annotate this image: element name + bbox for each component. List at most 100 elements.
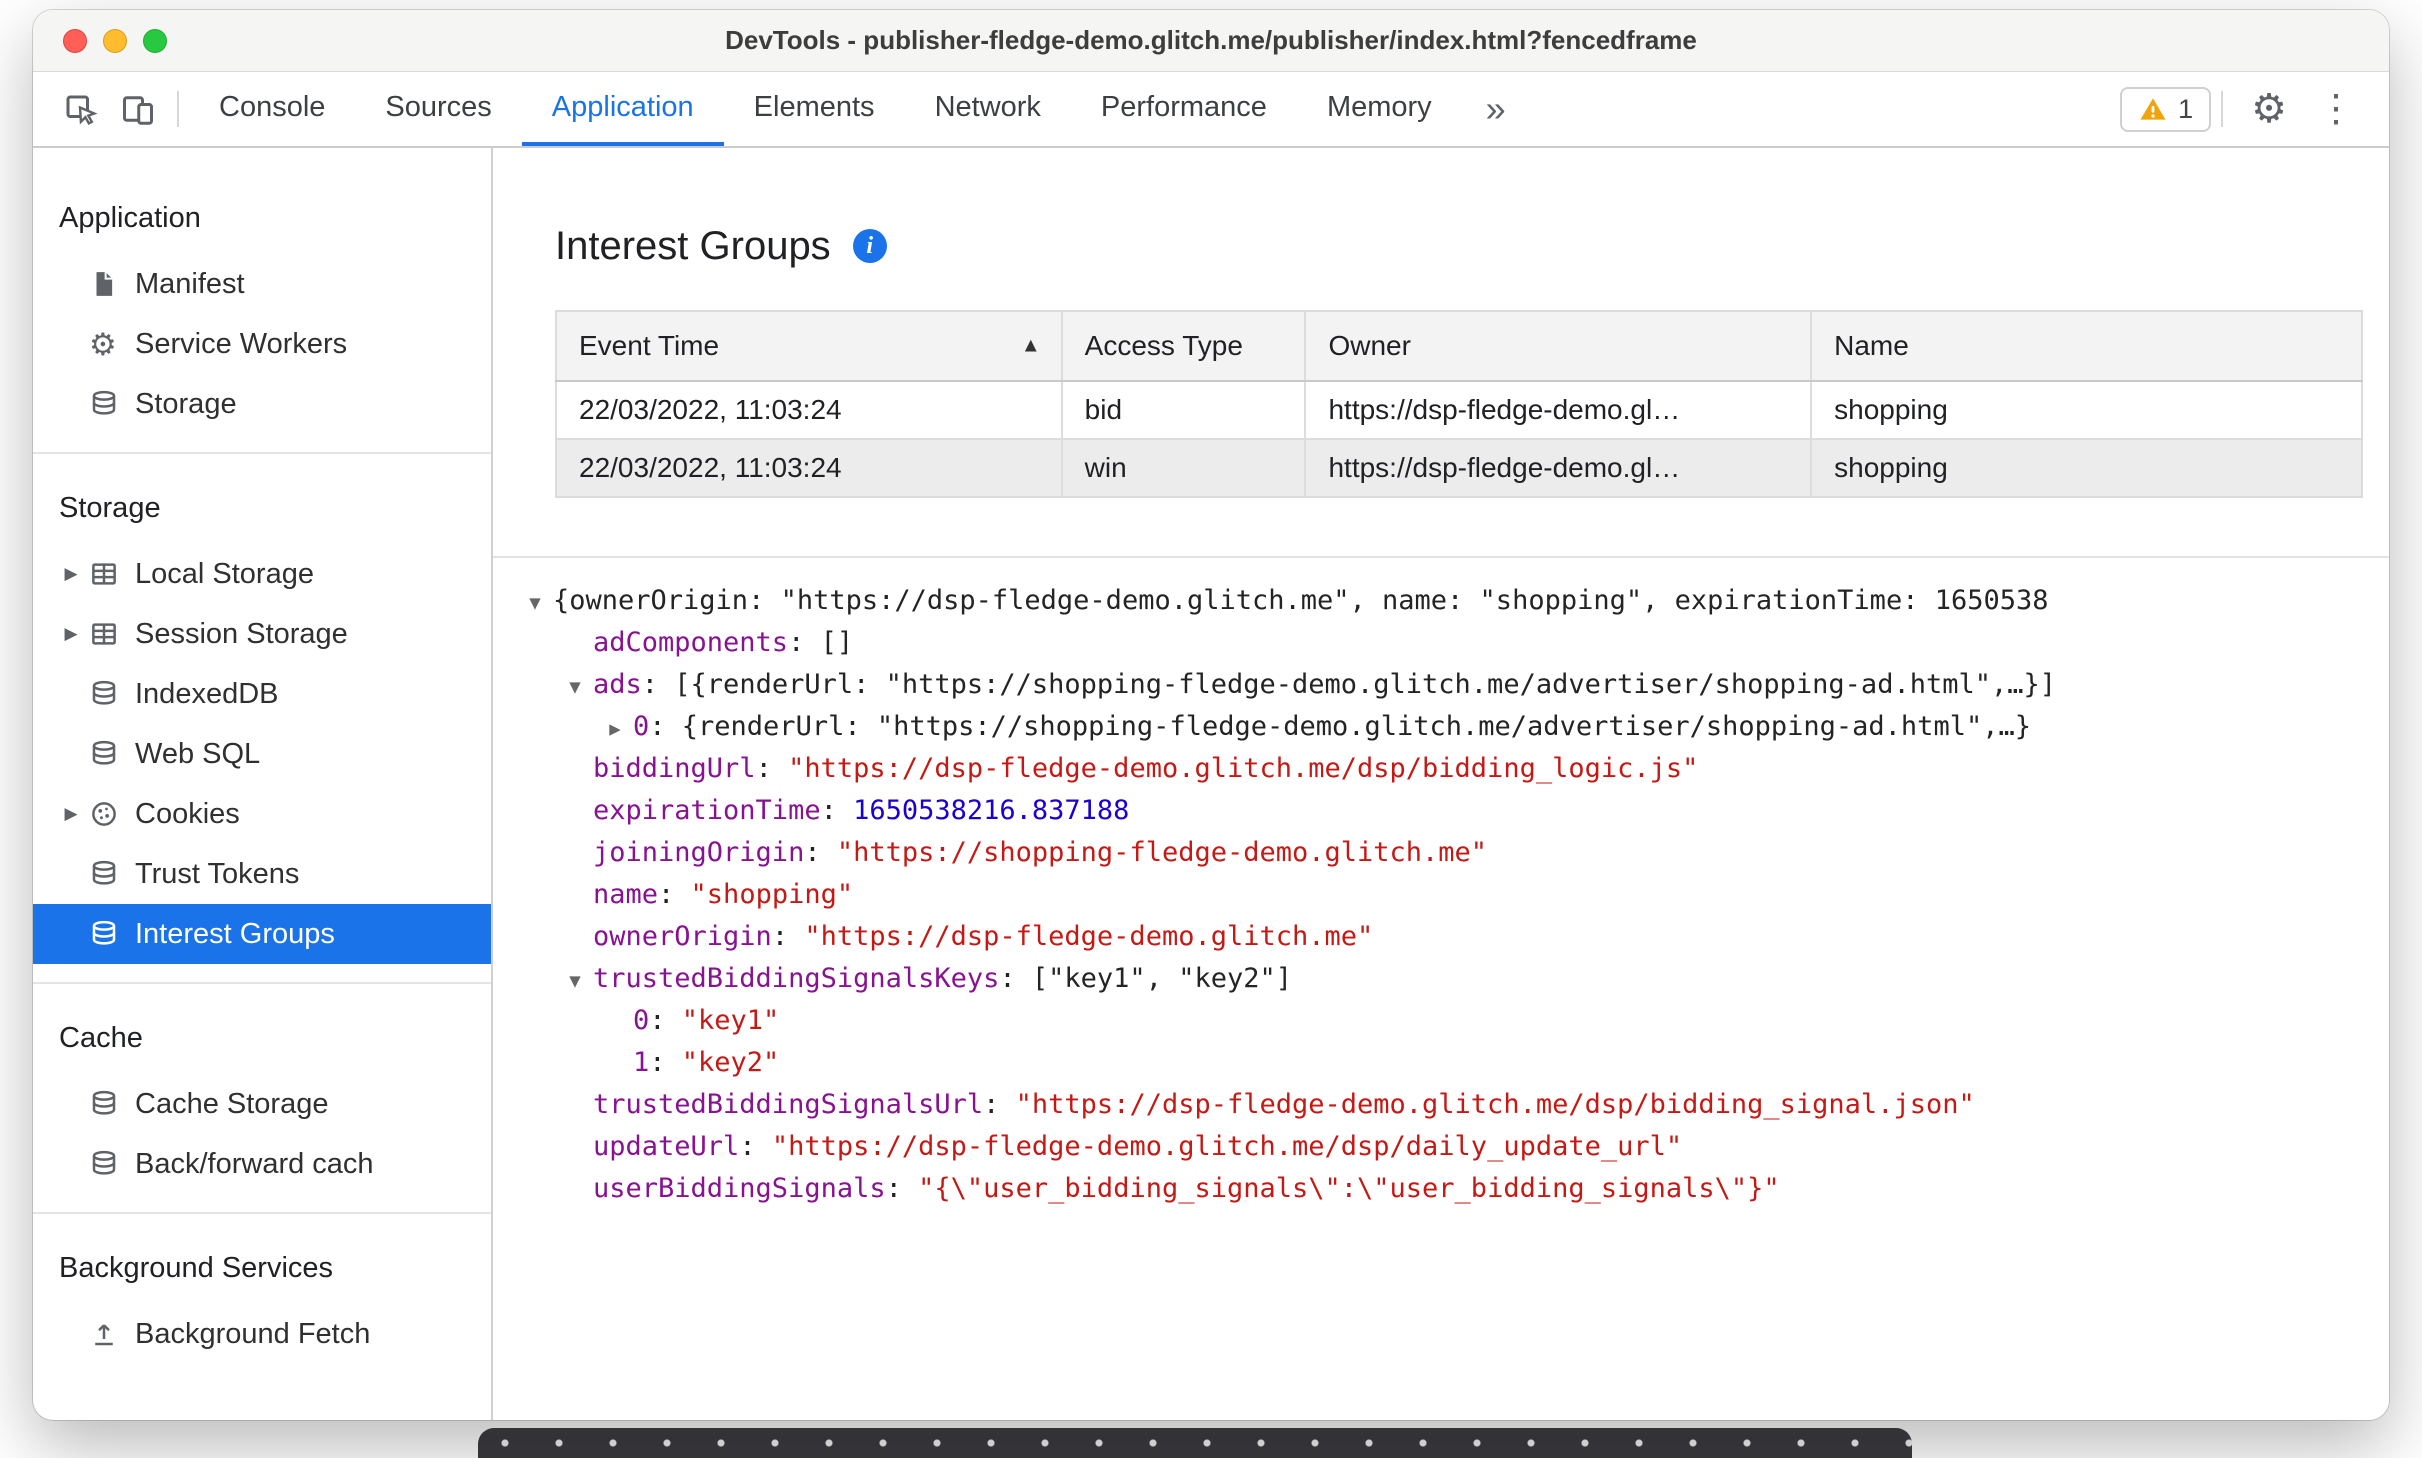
table-row[interactable]: 22/03/2022, 11:03:24 bid https://dsp-fledg…: [555, 380, 2363, 440]
sidebar-item-label: Service Workers: [135, 327, 348, 360]
sidebar-section-background-services: Background Services: [59, 1251, 334, 1284]
tree-line: trustedBiddingSignalsUrl: "https://dsp-f…: [517, 1084, 2389, 1126]
tab-memory[interactable]: Memory: [1297, 72, 1462, 146]
tab-elements[interactable]: Elements: [724, 72, 905, 146]
property-key: updateUrl: [593, 1131, 740, 1162]
property-key: ads: [593, 669, 642, 700]
kebab-menu-icon[interactable]: ⋮: [2305, 90, 2367, 128]
string-value: "{\"user_bidding_signals\":\"user_biddin…: [918, 1173, 1780, 1204]
number-value: 1650538216.837188: [853, 795, 1130, 826]
sidebar-item-label: Background Fetch: [135, 1317, 371, 1350]
column-header-owner[interactable]: Owner: [1304, 310, 1813, 382]
collapse-arrow-icon[interactable]: ▼: [517, 582, 553, 624]
tree-line: ownerOrigin: "https://dsp-fledge-demo.gl…: [517, 916, 2389, 958]
sidebar-item-back-forward-cach[interactable]: Back/forward cach: [33, 1134, 491, 1194]
tree-line[interactable]: ▼ {ownerOrigin: "https://dsp-fledge-demo.…: [517, 580, 2389, 622]
tab-network[interactable]: Network: [905, 72, 1071, 146]
panel-header: Interest Groups i: [493, 148, 2389, 280]
sidebar-item-trust-tokens[interactable]: Trust Tokens: [33, 844, 491, 904]
table-row[interactable]: 22/03/2022, 11:03:24 win https://dsp-fledg…: [555, 438, 2363, 498]
preview-text: :: [649, 1005, 682, 1036]
titlebar: DevTools - publisher-fledge-demo.glitch.…: [33, 10, 2389, 72]
sidebar-divider: [33, 1212, 491, 1214]
minimize-window-button[interactable]: [103, 28, 127, 53]
preview-text: :: [885, 1173, 919, 1204]
sidebar-item-interest-groups[interactable]: Interest Groups: [33, 904, 491, 964]
column-header-event-time[interactable]: Event Time ▲: [555, 310, 1063, 382]
more-tabs-button[interactable]: »: [1462, 72, 1530, 146]
string-value: "key1": [681, 1005, 780, 1036]
database-icon: [89, 739, 135, 769]
issues-badge[interactable]: 1: [2120, 86, 2212, 132]
table-icon: [89, 619, 135, 649]
database-icon: [89, 389, 135, 419]
macos-dock[interactable]: [478, 1428, 1912, 1458]
cookie-icon: [89, 799, 135, 829]
panel-tabs: Console Sources Application Elements Network…: [189, 72, 1462, 146]
page-title: Interest Groups: [555, 223, 831, 268]
preview-text: :: [755, 753, 789, 784]
preview-text: : ["key1", "key2"]: [999, 963, 1292, 994]
tab-sources[interactable]: Sources: [355, 72, 521, 146]
sidebar-item-label: Cache Storage: [135, 1087, 329, 1120]
tree-line[interactable]: ▶ 0: {renderUrl: "https://shopping-fledge…: [517, 706, 2389, 748]
sidebar-divider: [33, 982, 491, 984]
sidebar-item-cookies[interactable]: ▶ Cookies: [33, 784, 491, 844]
sidebar-item-storage[interactable]: Storage: [33, 374, 491, 434]
property-key: ownerOrigin: [593, 921, 772, 952]
tab-performance[interactable]: Performance: [1071, 72, 1297, 146]
application-sidebar: Application Manifest ⚙ Service Workers Stora…: [33, 148, 493, 1420]
string-value: "https://dsp-fledge-demo.glitch.me/dsp/b…: [788, 753, 1699, 784]
interest-groups-panel: Interest Groups i Event Time ▲ Access Type…: [493, 148, 2389, 1420]
table-cell: 22/03/2022, 11:03:24: [555, 380, 1063, 440]
expand-arrow-icon[interactable]: ▶: [597, 708, 633, 750]
column-header-access-type[interactable]: Access Type: [1060, 310, 1307, 382]
devtools-window: DevTools - publisher-fledge-demo.glitch.…: [33, 10, 2389, 1420]
preview-text: :: [804, 837, 837, 868]
sidebar-divider: [33, 452, 491, 454]
tree-line: 0: "key1": [517, 1000, 2389, 1042]
column-header-name[interactable]: Name: [1810, 310, 2363, 382]
device-toolbar-icon[interactable]: [109, 72, 167, 146]
sidebar-item-manifest[interactable]: Manifest: [33, 254, 491, 314]
preview-text: : []: [788, 627, 854, 658]
fullscreen-window-button[interactable]: [143, 28, 167, 53]
sidebar-item-label: Manifest: [135, 267, 245, 300]
sidebar-item-service-workers[interactable]: ⚙ Service Workers: [33, 314, 491, 374]
collapse-arrow-icon[interactable]: ▼: [557, 960, 593, 1002]
database-icon: [89, 1089, 135, 1119]
expand-arrow-icon[interactable]: ▶: [53, 804, 89, 824]
sidebar-item-indexeddb[interactable]: IndexedDB: [33, 664, 491, 724]
sidebar-item-label: IndexedDB: [135, 677, 279, 710]
preview-text: :: [771, 921, 805, 952]
tree-line: adComponents: []: [517, 622, 2389, 664]
inspect-icon[interactable]: [51, 72, 109, 146]
expand-arrow-icon[interactable]: ▶: [53, 624, 89, 644]
sidebar-item-background-fetch[interactable]: Background Fetch: [33, 1304, 491, 1364]
expand-arrow-icon[interactable]: ▶: [53, 564, 89, 584]
tab-console[interactable]: Console: [189, 72, 355, 146]
sidebar-item-label: Trust Tokens: [135, 857, 300, 890]
close-window-button[interactable]: [63, 28, 87, 53]
preview-text: {ownerOrigin: "https://dsp-fledge-demo.g…: [553, 585, 2049, 616]
sidebar-item-web-sql[interactable]: Web SQL: [33, 724, 491, 784]
toolbar-divider: [177, 91, 179, 127]
sidebar-item-label: Cookies: [135, 797, 240, 830]
info-icon[interactable]: i: [852, 229, 887, 263]
property-key: trustedBiddingSignalsUrl: [593, 1089, 984, 1120]
gear-icon[interactable]: ⚙: [2233, 89, 2305, 129]
sidebar-item-label: Session Storage: [135, 617, 348, 650]
sidebar-item-cache-storage[interactable]: Cache Storage: [33, 1074, 491, 1134]
property-key: adComponents: [593, 627, 789, 658]
property-key: 0: [633, 711, 650, 742]
tab-application[interactable]: Application: [521, 72, 724, 146]
sidebar-item-local-storage[interactable]: ▶ Local Storage: [33, 544, 491, 604]
sidebar-item-label: Interest Groups: [135, 917, 335, 950]
sidebar-item-session-storage[interactable]: ▶ Session Storage: [33, 604, 491, 664]
tree-line: userBiddingSignals: "{\"user_bidding_sig…: [517, 1168, 2389, 1210]
preview-text: :: [658, 879, 691, 910]
tree-line[interactable]: ▼ ads: [{renderUrl: "https://shopping-fle…: [517, 664, 2389, 706]
collapse-arrow-icon[interactable]: ▼: [557, 666, 593, 708]
tree-line[interactable]: ▼ trustedBiddingSignalsKeys: ["key1", "ke…: [517, 958, 2389, 1000]
sidebar-item-label: Back/forward cach: [135, 1147, 374, 1180]
